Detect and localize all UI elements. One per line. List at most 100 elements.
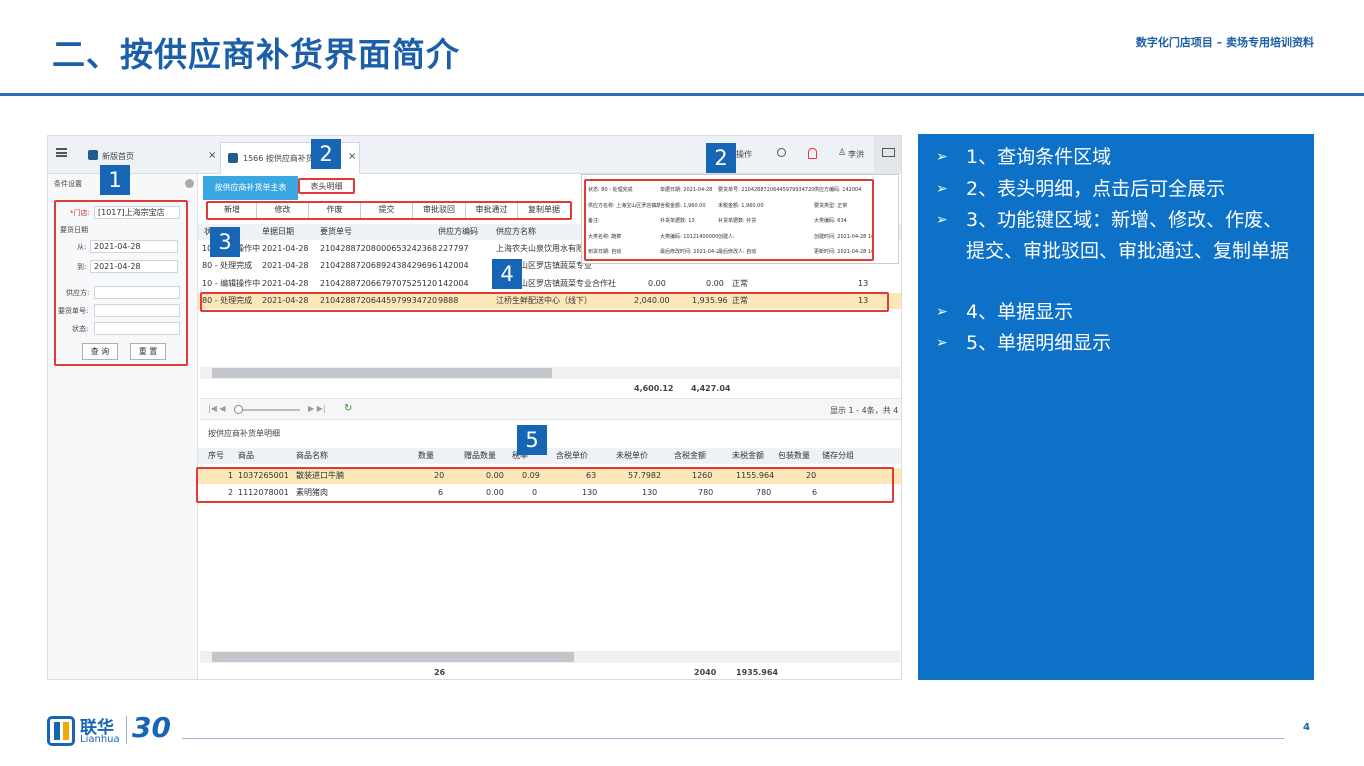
page-slider[interactable] xyxy=(236,409,300,411)
explanation-panel: ➢ 1、查询条件区域 ➢ 2、表头明细，点击后可全展示 ➢ 3、功能键区域：新增… xyxy=(918,134,1314,680)
horizontal-scrollbar[interactable] xyxy=(200,367,900,379)
supplier-label: 供应方: xyxy=(66,289,90,297)
filter-panel: 条件设置 *门店: [1017]上海宗宝店 要货日期 从: 2021-04-28… xyxy=(48,174,198,679)
col-header: 序号 xyxy=(208,451,224,460)
callout-2-popup: 2 xyxy=(706,143,736,173)
supplier-input[interactable] xyxy=(94,286,180,299)
bullet-item: ➢ 2、表头明细，点击后可全展示 xyxy=(936,174,1296,205)
scroll-thumb[interactable] xyxy=(212,368,552,378)
cell: 2021-04-28 xyxy=(262,279,309,288)
header-field: 更新时间: 2021-04-28 16:34:42 xyxy=(814,249,872,255)
filter-title: 条件设置 xyxy=(54,180,82,188)
tab-main-table[interactable]: 按供应商补货单主表 xyxy=(203,176,298,200)
refresh-icon[interactable]: ↻ xyxy=(344,403,352,414)
query-button[interactable]: 查 询 xyxy=(82,343,118,360)
cell: 142004 xyxy=(438,261,469,270)
bullet-text: 4、单据显示 xyxy=(966,301,1074,323)
header-field: 未税金额: 1,960.00 xyxy=(718,202,764,209)
header-field: 大类编码: 634 xyxy=(814,218,847,224)
status-select[interactable] xyxy=(94,322,180,335)
ops-menu[interactable]: 操作 xyxy=(736,149,752,160)
col-header: 含税金额 xyxy=(674,451,706,460)
header-field: 到货日期: 自动 xyxy=(588,249,622,255)
header-field: 备注: xyxy=(588,218,600,224)
header-detail-popup: 状态: 80 - 处理完成 单据日期: 2021-04-28 要货单号: 21042… xyxy=(581,174,899,264)
submit-button[interactable]: 提交 xyxy=(361,203,413,218)
scroll-thumb[interactable] xyxy=(212,652,574,662)
search-icon[interactable] xyxy=(777,148,786,157)
header-field: 含税金额: 1,960.00 xyxy=(660,202,706,209)
col-header: 商品 xyxy=(238,451,254,460)
header-field: 创建人: xyxy=(718,233,735,240)
arrow-icon: ➢ xyxy=(936,212,948,228)
store-select[interactable]: [1017]上海宗宝店 xyxy=(94,206,180,219)
arrow-icon: ➢ xyxy=(936,335,948,351)
detail-total-amount: 2040 xyxy=(694,668,717,677)
doc-highlight-box xyxy=(200,292,889,312)
tab-home[interactable]: 新版首页 xyxy=(102,151,134,162)
from-date-input[interactable]: 2021-04-28 xyxy=(90,240,178,253)
add-button[interactable]: 新增 xyxy=(208,203,257,218)
cell: 10 - 编辑操作中 xyxy=(202,279,261,288)
pager-info: 显示 1 - 4条，共 4 条 xyxy=(830,406,902,415)
reset-button[interactable]: 重 置 xyxy=(130,343,166,360)
page-number: 4 xyxy=(1303,722,1310,733)
first-page-icon[interactable]: |◀ ◀ xyxy=(208,404,226,413)
next-page-icon[interactable]: ▶ ▶| xyxy=(308,404,326,413)
header-field: 供应方名称: 上海宝山区罗店镇蔬菜专业合作社 xyxy=(588,202,660,209)
doc-total-amt1: 4,600.12 xyxy=(634,384,674,393)
monitor-button[interactable] xyxy=(874,136,901,174)
cell: 13 xyxy=(858,279,869,288)
header-field: 最后修改人: 自动 xyxy=(718,249,757,255)
void-button[interactable]: 作废 xyxy=(309,203,361,218)
close-icon[interactable]: × xyxy=(348,151,356,162)
detail-title: 按供应商补货单明细 xyxy=(208,429,280,438)
bullet-text: 5、单据明细显示 xyxy=(966,332,1112,354)
col-header: 单据日期 xyxy=(262,227,294,236)
reject-button[interactable]: 审批驳回 xyxy=(413,203,466,218)
close-icon[interactable]: × xyxy=(208,150,216,161)
bell-icon[interactable] xyxy=(808,148,817,159)
user-icon[interactable]: ♙ xyxy=(838,148,846,158)
table-row[interactable]: 10 - 编辑操作中 2021-04-28 210428872066797075… xyxy=(198,276,901,292)
header-field: 补货单据数: 13 xyxy=(660,218,695,224)
approve-button[interactable]: 审批通过 xyxy=(466,203,518,218)
to-date-input[interactable]: 2021-04-28 xyxy=(90,260,178,273)
bullet-item: ➢ 4、单据显示 xyxy=(936,297,1296,328)
store-label: *门店: xyxy=(70,209,90,217)
menu-icon[interactable] xyxy=(56,148,67,157)
user-name[interactable]: 李洪 xyxy=(848,149,864,160)
cell: 21042887206892438429696 xyxy=(320,261,438,270)
cell: 0.00 xyxy=(706,279,724,288)
arrow-icon: ➢ xyxy=(936,149,948,165)
cell: 21042887206679707525120 xyxy=(320,279,438,288)
doc-no-input[interactable] xyxy=(94,304,180,317)
tab-header-detail[interactable]: 表头明细 xyxy=(298,178,355,194)
cell: 80 - 处理完成 xyxy=(202,261,253,270)
copy-button[interactable]: 复制单据 xyxy=(518,203,570,218)
function-bar: 新增 修改 作废 提交 审批驳回 审批通过 复制单据 xyxy=(206,201,572,220)
bullet-item: ➢ 1、查询条件区域 xyxy=(936,142,1296,173)
anniversary-logo: 30 xyxy=(132,711,171,744)
detail-scrollbar[interactable] xyxy=(200,651,900,663)
callout-3: 3 xyxy=(210,227,240,257)
app-icon xyxy=(228,153,238,163)
header-field: 要货类型: 正常 xyxy=(814,202,848,209)
header-field: 大类编码: 10121400000000650 xyxy=(660,233,718,240)
arrow-icon: ➢ xyxy=(936,181,948,197)
lianhua-logo-icon xyxy=(47,716,75,746)
col-header: 要货单号 xyxy=(320,227,352,236)
detail-table-header: 序号 商品 商品名称 数量 赠品数量 税率 含税单价 未税单价 含税金额 未税金… xyxy=(198,448,901,464)
date-group-label: 要货日期 xyxy=(60,226,88,234)
callout-5: 5 xyxy=(517,425,547,455)
col-header: 未税金额 xyxy=(732,451,764,460)
header-field: 单据日期: 2021-04-28 xyxy=(660,187,713,193)
bullet-item: ➢ 3、功能键区域：新增、修改、作废、提交、审批驳回、审批通过、复制单据 xyxy=(936,205,1296,299)
status-label: 状态: xyxy=(72,325,89,333)
app-screenshot: 新版首页 × 1566 按供应商补货V2 × 操作 ♙ 李洪 条件设置 *门店:… xyxy=(47,135,902,680)
col-header: 赠品数量 xyxy=(464,451,496,460)
edit-button[interactable]: 修改 xyxy=(257,203,309,218)
collapse-icon[interactable] xyxy=(185,179,194,188)
bullet-item: ➢ 5、单据明细显示 xyxy=(936,328,1296,359)
slider-handle[interactable] xyxy=(234,405,243,414)
